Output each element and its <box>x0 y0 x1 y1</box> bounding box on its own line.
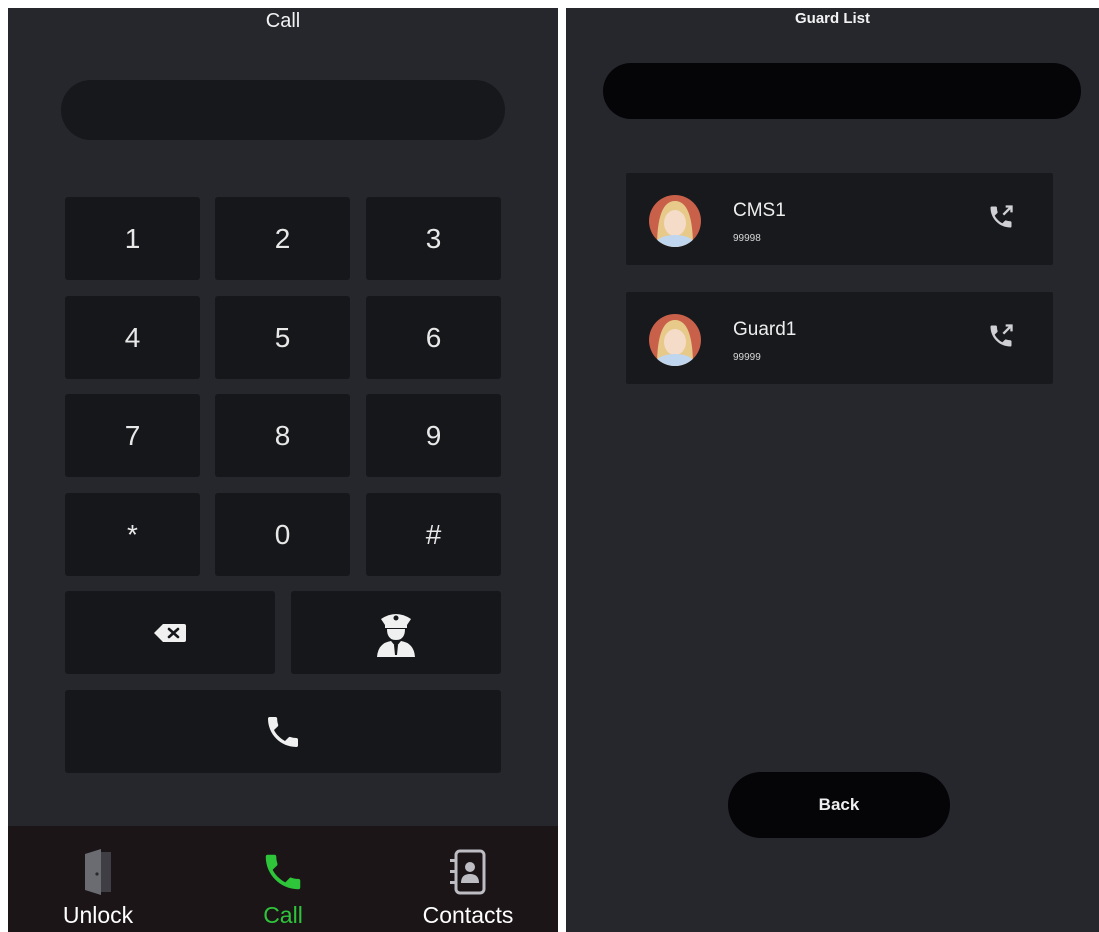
bottom-nav: Unlock Call Contacts <box>8 826 558 932</box>
key-8[interactable]: 8 <box>215 394 350 477</box>
call-button[interactable] <box>65 690 501 773</box>
contact-number: 99999 <box>733 352 761 363</box>
key-hash[interactable]: # <box>366 493 501 576</box>
contact-item[interactable]: Guard1 99999 <box>626 292 1053 384</box>
call-out-icon <box>990 205 1013 228</box>
backspace-button[interactable] <box>65 591 275 674</box>
contact-number: 99998 <box>733 233 761 244</box>
nav-label-contacts: Contacts <box>422 902 514 928</box>
key-6[interactable]: 6 <box>366 296 501 379</box>
key-2[interactable]: 2 <box>215 197 350 280</box>
key-9[interactable]: 9 <box>366 394 501 477</box>
phone-icon <box>268 716 298 747</box>
key-1[interactable]: 1 <box>65 197 200 280</box>
call-out-button[interactable] <box>987 203 1015 236</box>
key-5[interactable]: 5 <box>215 296 350 379</box>
avatar <box>649 314 701 366</box>
nav-item-unlock[interactable]: Unlock <box>48 826 148 932</box>
nav-label-call: Call <box>263 902 303 928</box>
contacts-book-icon <box>450 849 486 895</box>
call-out-button[interactable] <box>987 322 1015 355</box>
nav-item-contacts[interactable]: Contacts <box>408 826 528 932</box>
contact-name: Guard1 <box>733 319 797 340</box>
guard-list-screen: Guard List CMS1 99998 Guard1 99999 Back <box>566 8 1099 932</box>
dial-number-display[interactable] <box>61 80 505 140</box>
guard-button[interactable] <box>291 591 501 674</box>
page-title: Call <box>265 10 301 32</box>
page-title: Guard List <box>794 10 870 27</box>
key-0[interactable]: 0 <box>215 493 350 576</box>
nav-item-call[interactable]: Call <box>233 826 333 932</box>
avatar <box>649 195 701 247</box>
back-button[interactable]: Back <box>728 772 950 838</box>
key-4[interactable]: 4 <box>65 296 200 379</box>
contact-name: CMS1 <box>733 200 786 221</box>
key-3[interactable]: 3 <box>366 197 501 280</box>
key-7[interactable]: 7 <box>65 394 200 477</box>
call-screen: Call 1 2 3 4 5 6 7 8 9 * 0 # Unlock Call… <box>8 8 558 932</box>
nav-label-unlock: Unlock <box>62 902 134 928</box>
key-star[interactable]: * <box>65 493 200 576</box>
guard-icon <box>377 613 415 657</box>
contact-item[interactable]: CMS1 99998 <box>626 173 1053 265</box>
backspace-icon <box>154 623 186 642</box>
phone-icon <box>265 854 301 890</box>
search-input[interactable] <box>603 63 1081 119</box>
door-icon <box>85 849 111 895</box>
call-out-icon <box>990 324 1013 347</box>
